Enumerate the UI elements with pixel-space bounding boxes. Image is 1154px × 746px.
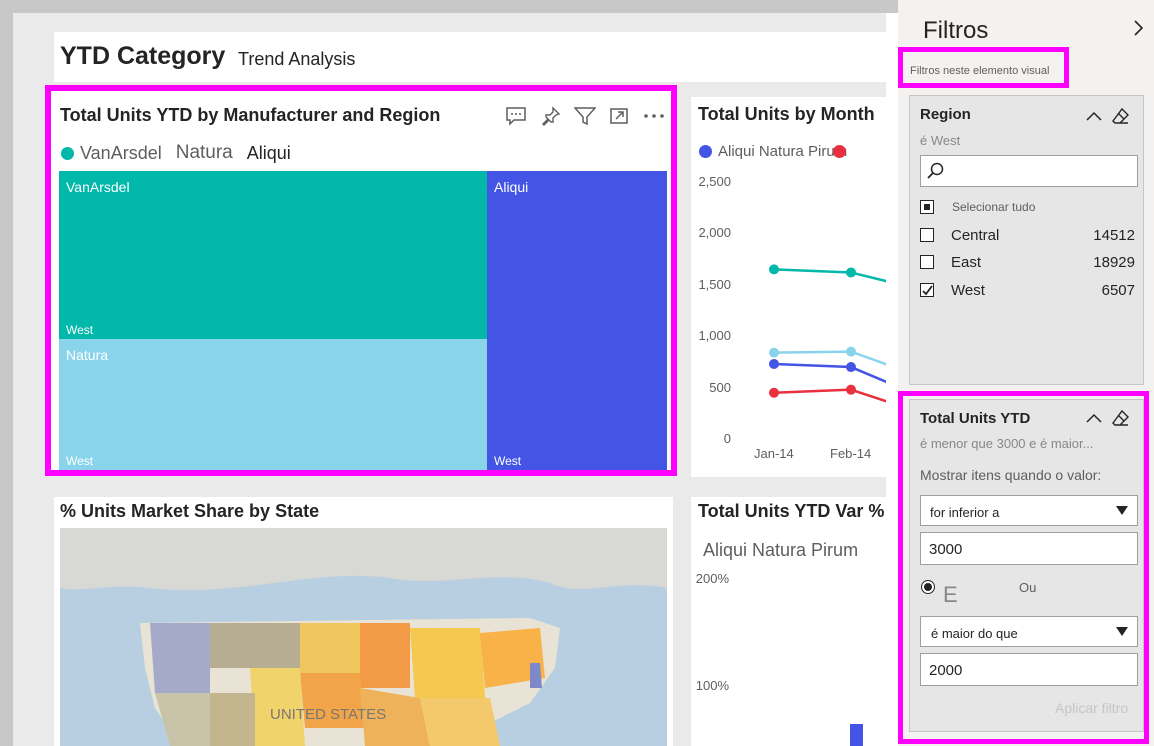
value2-input[interactable]: 2000 xyxy=(920,653,1138,686)
condition2-select[interactable]: é maior do que xyxy=(920,616,1138,647)
dropdown-arrow-icon xyxy=(1116,627,1128,636)
filter-card-region[interactable]: Region é West Selecionar tudo Central 14… xyxy=(909,95,1144,385)
filter-card-description: é menor que 3000 e é maior... xyxy=(920,436,1094,451)
map-country-label: UNITED STATES xyxy=(270,706,387,723)
treemap-visual[interactable]: Total Units YTD by Manufacturer and Regi… xyxy=(45,85,677,476)
filter-card-title: Total Units YTD xyxy=(920,410,1031,427)
more-options-icon[interactable] xyxy=(637,98,671,134)
report-title: YTD Category xyxy=(60,42,226,70)
treemap-cell-aliqui[interactable]: Aliqui West xyxy=(487,171,667,470)
checkbox-label: Selecionar tudo xyxy=(952,200,1036,214)
line-point[interactable] xyxy=(846,362,856,373)
map-visual[interactable]: % Units Market Share by State UNITED STA… xyxy=(54,497,673,746)
option-count: 18929 xyxy=(1093,253,1135,271)
visual-toolbar xyxy=(499,97,671,135)
report-canvas: YTD Category Trend Analysis Total Units … xyxy=(0,0,898,746)
legend-item[interactable]: Aliqui xyxy=(247,143,291,164)
region-search-input[interactable] xyxy=(920,155,1138,187)
chevron-up-icon[interactable] xyxy=(1084,106,1104,126)
var-legend[interactable]: Aliqui Natura Pirum xyxy=(703,540,858,561)
report-subtitle: Trend Analysis xyxy=(238,49,356,69)
option-label: Central xyxy=(951,226,1000,244)
filter-pane: Filtros Filtros neste elemento visual Re… xyxy=(898,0,1154,746)
checkmark-icon xyxy=(922,285,933,296)
line-point[interactable] xyxy=(769,358,779,369)
cell-label: VanArsdel xyxy=(66,179,130,195)
checkbox-box[interactable] xyxy=(920,200,934,214)
y-tick: 200% xyxy=(695,571,729,586)
filter-icon[interactable] xyxy=(568,98,602,134)
filter-card-title: Region xyxy=(920,106,971,123)
line-point[interactable] xyxy=(846,384,856,395)
cell-label: Aliqui xyxy=(494,179,529,195)
search-icon xyxy=(927,162,944,179)
cell-sublabel: West xyxy=(494,454,522,468)
cell-sublabel: West xyxy=(66,454,94,468)
collapse-pane-icon[interactable] xyxy=(1130,18,1148,38)
region-option-west[interactable]: West 6507 xyxy=(920,280,1135,300)
line-series[interactable] xyxy=(773,388,886,403)
and-label: E xyxy=(943,582,958,607)
treemap-title: Total Units YTD by Manufacturer and Regi… xyxy=(60,105,441,125)
line-point[interactable] xyxy=(846,346,856,357)
legend-item[interactable]: VanArsdel xyxy=(80,143,162,164)
chevron-up-icon[interactable] xyxy=(1084,408,1104,428)
var-bar[interactable] xyxy=(850,724,863,746)
and-radio[interactable] xyxy=(921,580,935,594)
y-tick: 100% xyxy=(695,678,729,693)
option-count: 6507 xyxy=(1101,281,1135,299)
treemap-cell-vanarsdel[interactable]: VanArsdel West xyxy=(59,171,487,339)
dropdown-arrow-icon xyxy=(1116,506,1128,515)
apply-filter-button[interactable]: Aplicar filtro xyxy=(1055,700,1128,716)
canvas-border-left xyxy=(0,0,13,746)
report-header: YTD Category Trend Analysis xyxy=(54,32,886,82)
or-radio-label[interactable]: Ou xyxy=(1019,580,1036,595)
treemap-cell-natura[interactable]: Natura West xyxy=(59,339,487,470)
line-point[interactable] xyxy=(769,387,779,398)
comment-icon[interactable] xyxy=(499,98,533,134)
filter-card-total-units-ytd[interactable]: Total Units YTD é menor que 3000 e é mai… xyxy=(909,399,1144,732)
line-point[interactable] xyxy=(846,267,856,278)
treemap-legend: VanArsdel Natura Aliqui xyxy=(61,141,291,165)
map-title: % Units Market Share by State xyxy=(60,501,320,521)
pin-icon[interactable] xyxy=(533,98,567,134)
legend-item[interactable]: Natura xyxy=(176,142,233,164)
region-option-east[interactable]: East 18929 xyxy=(920,252,1135,272)
condition1-value: for inferior a xyxy=(930,505,1000,520)
condition1-select[interactable]: for inferior a xyxy=(920,495,1138,526)
cell-sublabel: West xyxy=(66,323,94,337)
line-point[interactable] xyxy=(769,347,779,358)
line-series[interactable] xyxy=(773,362,886,384)
condition2-value: é maior do que xyxy=(931,626,1018,641)
filter-pane-title: Filtros xyxy=(923,17,989,44)
map-canvas[interactable]: UNITED STATES xyxy=(60,528,667,746)
checkbox-box[interactable] xyxy=(920,228,934,242)
line-chart-visual[interactable]: Total Units by Month Aliqui Natura Pirum… xyxy=(691,97,886,477)
eraser-icon[interactable] xyxy=(1111,106,1131,126)
canvas-border-top xyxy=(0,0,898,13)
select-all-checkbox[interactable]: Selecionar tudo xyxy=(920,197,1135,217)
checkbox-box[interactable] xyxy=(920,255,934,269)
visual-filters-section: Filtros neste elemento visual xyxy=(898,47,1069,88)
option-label: East xyxy=(951,253,982,271)
line-plot xyxy=(769,264,886,403)
value1-input[interactable]: 3000 xyxy=(920,532,1138,565)
region-option-central[interactable]: Central 14512 xyxy=(920,225,1135,245)
eraser-icon[interactable] xyxy=(1111,408,1131,428)
var-chart-visual[interactable]: Total Units YTD Var % Aliqui Natura Piru… xyxy=(691,497,886,746)
visual-filters-label: Filtros neste elemento visual xyxy=(910,65,1050,77)
var-chart-title: Total Units YTD Var % xyxy=(698,501,885,521)
line-series[interactable] xyxy=(773,268,886,283)
filter-card-description: é West xyxy=(920,133,961,148)
option-count: 14512 xyxy=(1093,226,1135,244)
checkbox-box[interactable] xyxy=(920,283,934,297)
line-point[interactable] xyxy=(769,264,779,275)
show-items-label: Mostrar itens quando o valor: xyxy=(920,467,1102,483)
option-label: West xyxy=(951,281,985,299)
cell-label: Natura xyxy=(66,347,109,363)
focus-mode-icon[interactable] xyxy=(602,98,636,134)
legend-dot xyxy=(61,146,74,160)
